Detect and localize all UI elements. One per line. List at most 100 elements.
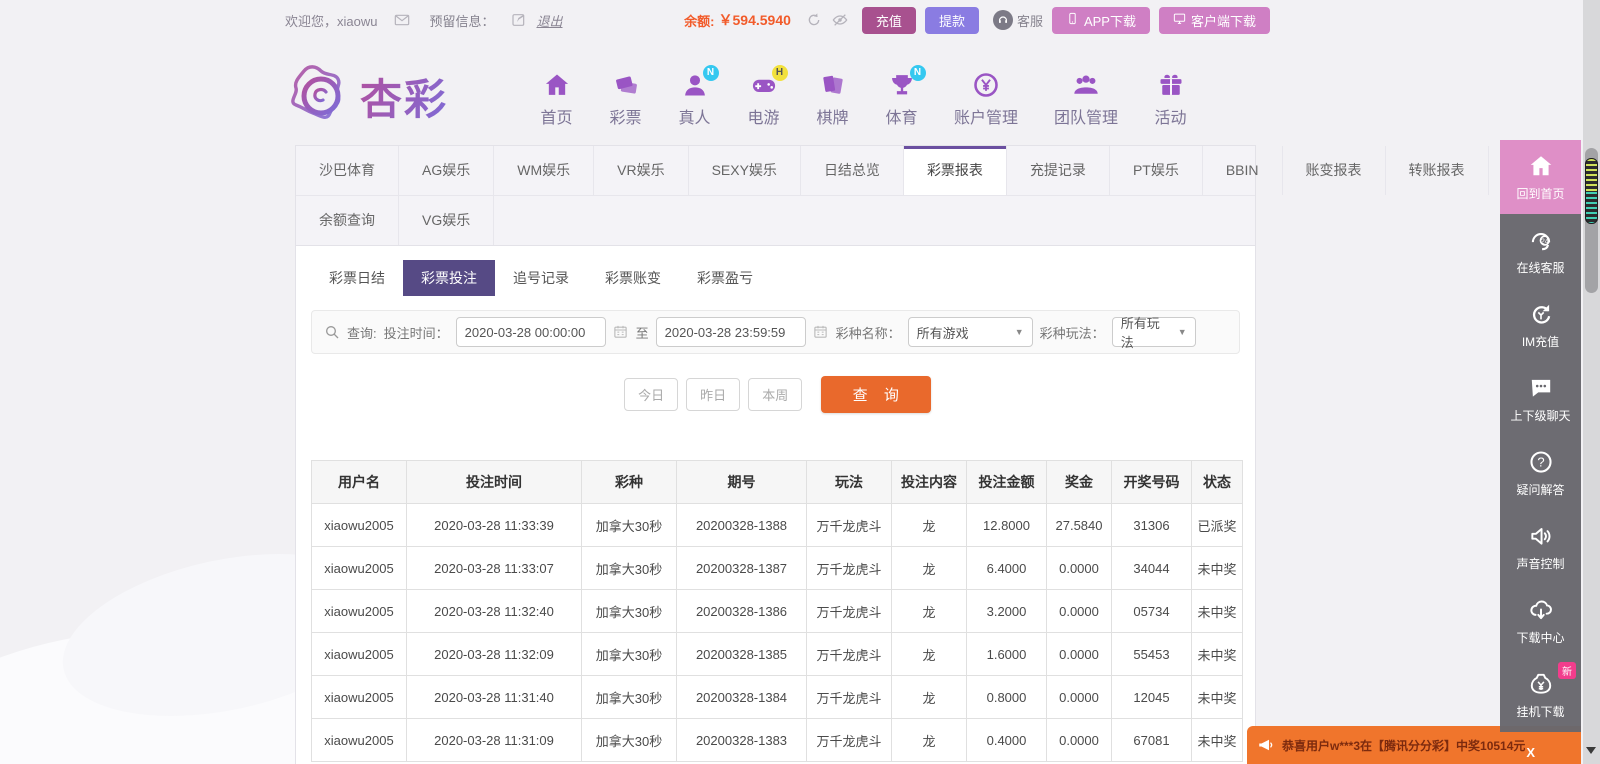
sidebar-item-回到首页[interactable]: 回到首页	[1500, 140, 1581, 214]
subtab-彩票投注[interactable]: 彩票投注	[403, 260, 495, 296]
notification-close-button[interactable]: X	[1526, 745, 1535, 760]
nav-item-home[interactable]: 首页	[522, 65, 591, 128]
data-cell: 20200328-1383	[677, 719, 807, 762]
data-cell: 20200328-1384	[677, 676, 807, 719]
customer-service-link[interactable]: 客服	[993, 10, 1043, 30]
nav-label: 棋牌	[817, 104, 849, 128]
recharge-button[interactable]: 充值	[862, 7, 916, 34]
table-row: xiaowu20052020-03-28 11:33:07加拿大30秒20200…	[312, 547, 1243, 590]
sidebar-item-在线客服[interactable]: 24 在线客服	[1500, 214, 1581, 288]
app-download-button[interactable]: APP下载	[1052, 7, 1150, 34]
query-bar: 查询: 投注时间： 至 彩种名称： 所有游戏▼ 彩种玩法： 所有玩法▼	[311, 310, 1240, 354]
search-submit-button[interactable]: 查 询	[821, 376, 931, 413]
edit-icon[interactable]	[510, 11, 528, 29]
tab-沙巴体育[interactable]: 沙巴体育	[296, 146, 399, 195]
site-logo[interactable]: 杏彩	[290, 65, 448, 127]
scrollbar-track[interactable]	[1583, 0, 1600, 764]
nav-item-person[interactable]: 真人N	[660, 65, 729, 128]
quick-filter-button[interactable]: 今日	[624, 378, 678, 411]
coin-icon	[972, 71, 1000, 99]
column-header: 投注时间	[407, 461, 582, 504]
game-select[interactable]: 所有游戏▼	[908, 317, 1033, 347]
subtab-彩票账变[interactable]: 彩票账变	[587, 260, 679, 296]
page: 欢迎您，xiaowu 预留信息： 退出 余额: ￥594.5940 充值 提款 …	[0, 0, 1600, 764]
quick-filter-button[interactable]: 本周	[748, 378, 802, 411]
hide-balance-icon[interactable]	[831, 11, 849, 29]
data-cell: 12045	[1112, 676, 1192, 719]
data-cell: 龙	[892, 504, 967, 547]
nav-label: 彩票	[610, 104, 642, 128]
sidebar-item-IM充值[interactable]: IM充值	[1500, 288, 1581, 362]
quick-filter-button[interactable]: 昨日	[686, 378, 740, 411]
tab-VR娱乐[interactable]: VR娱乐	[594, 146, 688, 195]
sb-cloud-icon	[1528, 597, 1554, 623]
time-from-input[interactable]	[456, 317, 606, 347]
tab-充提记录[interactable]: 充提记录	[1007, 146, 1110, 195]
scroll-down-caret[interactable]	[1586, 747, 1596, 754]
nav-badge: N	[703, 65, 719, 81]
tab-彩票报表[interactable]: 彩票报表	[904, 146, 1007, 195]
data-cell: 0.8000	[967, 676, 1047, 719]
tab-SEXY娱乐[interactable]: SEXY娱乐	[689, 146, 801, 195]
withdraw-button[interactable]: 提款	[925, 7, 979, 34]
tab-WM娱乐[interactable]: WM娱乐	[494, 146, 594, 195]
team-icon	[1072, 71, 1100, 99]
sidebar-item-声音控制[interactable]: 声音控制	[1500, 510, 1581, 584]
nav-item-trophy[interactable]: 体育N	[867, 65, 936, 128]
sidebar-item-疑问解答[interactable]: ? 疑问解答	[1500, 436, 1581, 510]
nav-item-team[interactable]: 团队管理	[1036, 65, 1136, 128]
tab-BBIN[interactable]: BBIN	[1203, 146, 1283, 195]
tab-转账报表[interactable]: 转账报表	[1386, 146, 1489, 195]
nav-item-gift[interactable]: 活动	[1136, 65, 1205, 128]
column-header: 用户名	[312, 461, 407, 504]
envelope-icon[interactable]	[393, 11, 411, 29]
calendar-icon-2[interactable]	[813, 324, 829, 340]
table-row: xiaowu20052020-03-28 11:33:39加拿大30秒20200…	[312, 504, 1243, 547]
tab-VG娱乐[interactable]: VG娱乐	[399, 196, 494, 245]
tab-AG娱乐[interactable]: AG娱乐	[399, 146, 494, 195]
data-cell: 20200328-1387	[677, 547, 807, 590]
status-cell: 未中奖	[1192, 590, 1243, 633]
stripe-indicator-widget	[1585, 158, 1598, 224]
nav-item-tickets[interactable]: 彩票	[591, 65, 660, 128]
headset-icon	[993, 10, 1013, 30]
subtab-彩票盈亏[interactable]: 彩票盈亏	[679, 260, 771, 296]
refresh-balance-icon[interactable]	[805, 11, 823, 29]
sb-im-icon	[1528, 301, 1554, 327]
tab-余额查询[interactable]: 余额查询	[296, 196, 399, 245]
time-to-input[interactable]	[656, 317, 806, 347]
tab-PT娱乐[interactable]: PT娱乐	[1110, 146, 1203, 195]
bet-report-table: 用户名投注时间彩种期号玩法投注内容投注金额奖金开奖号码状态 xiaowu2005…	[311, 460, 1243, 762]
nav-label: 电游	[748, 104, 780, 128]
subtab-追号记录[interactable]: 追号记录	[495, 260, 587, 296]
status-cell: 已派奖	[1192, 504, 1243, 547]
data-cell: 0.0000	[1047, 719, 1112, 762]
data-cell: 万千龙虎斗	[807, 547, 892, 590]
notification-text: 恭喜用户w***3在【腾讯分分彩】中奖10514元	[1282, 737, 1525, 754]
sidebar-item-label: 下载中心	[1516, 629, 1564, 646]
data-cell: xiaowu2005	[312, 504, 407, 547]
sidebar-item-挂机下载[interactable]: 挂机下载新	[1500, 658, 1581, 732]
data-cell: xiaowu2005	[312, 590, 407, 633]
sub-tabs: 彩票日结彩票投注追号记录彩票账变彩票盈亏	[311, 260, 1255, 296]
bet-time-label: 投注时间：	[384, 323, 449, 342]
subtab-彩票日结[interactable]: 彩票日结	[311, 260, 403, 296]
data-cell: 0.4000	[967, 719, 1047, 762]
table-row: xiaowu20052020-03-28 11:31:40加拿大30秒20200…	[312, 676, 1243, 719]
data-cell: 6.4000	[967, 547, 1047, 590]
sidebar-item-上下级聊天[interactable]: 上下级聊天	[1500, 362, 1581, 436]
logout-link[interactable]: 退出	[536, 11, 562, 30]
data-cell: 加拿大30秒	[582, 547, 677, 590]
calendar-icon[interactable]	[613, 324, 629, 340]
data-cell: 2020-03-28 11:32:40	[407, 590, 582, 633]
play-select[interactable]: 所有玩法▼	[1112, 317, 1196, 347]
floating-sidebar: 回到首页24 在线客服 IM充值 上下级聊天? 疑问解答 声音控制 下载中心 挂…	[1500, 140, 1581, 732]
nav-item-gamepad[interactable]: 电游H	[729, 65, 798, 128]
nav-item-cards[interactable]: 棋牌	[798, 65, 867, 128]
client-download-button[interactable]: 客户端下载	[1159, 7, 1270, 34]
sidebar-item-下载中心[interactable]: 下载中心	[1500, 584, 1581, 658]
tab-账变报表[interactable]: 账变报表	[1283, 146, 1386, 195]
tab-日结总览[interactable]: 日结总览	[801, 146, 904, 195]
nav-item-coin[interactable]: 账户管理	[936, 65, 1036, 128]
report-tabs: 沙巴体育AG娱乐WM娱乐VR娱乐SEXY娱乐日结总览彩票报表充提记录PT娱乐BB…	[296, 146, 1255, 246]
